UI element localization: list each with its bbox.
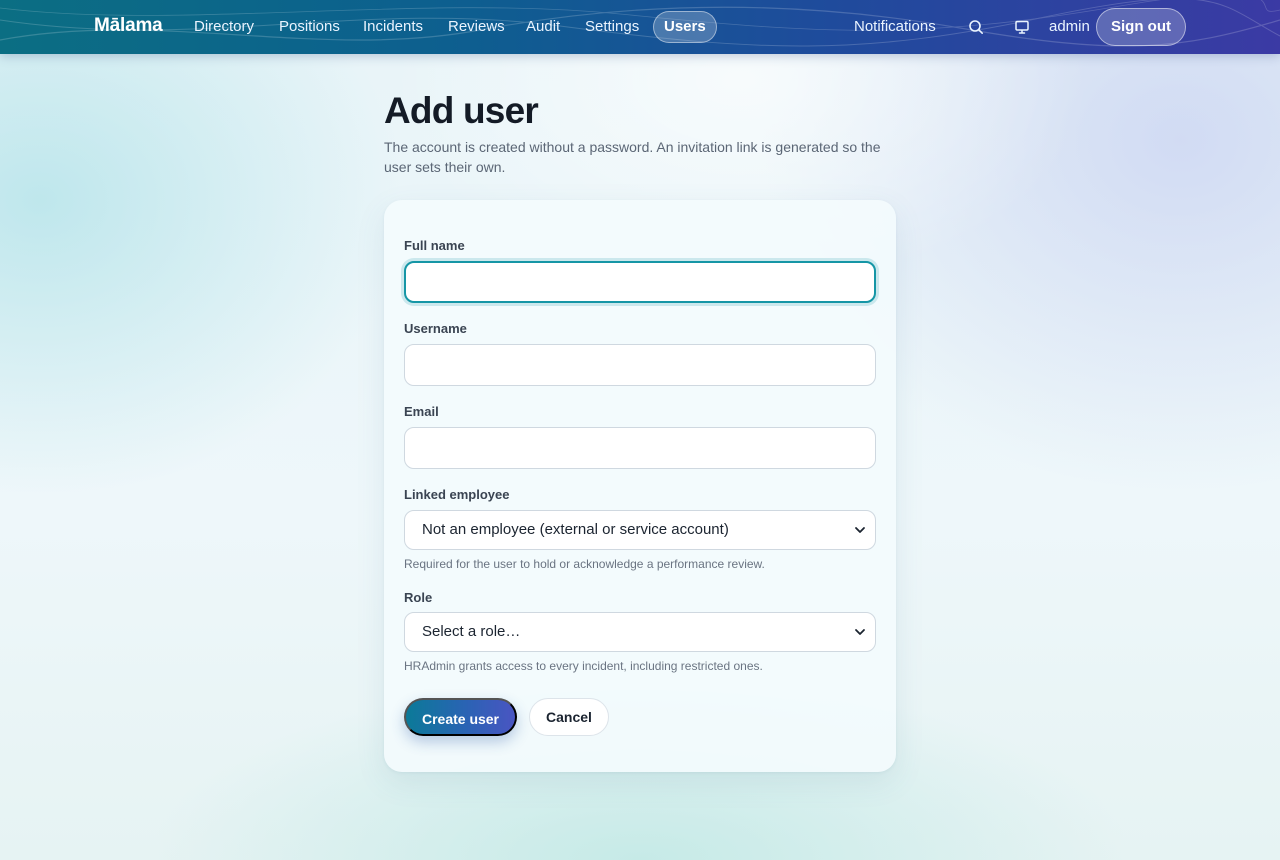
search-icon [969,20,983,34]
role-help-text: HRAdmin grants access to every incident,… [404,659,763,673]
role-selected-value: Select a role… [422,623,521,640]
monitor-icon [1015,20,1029,34]
nav-item-incidents[interactable]: Incidents [353,11,433,43]
nav-item-positions[interactable]: Positions [269,11,350,43]
display-mode-button[interactable] [1011,16,1033,38]
add-user-form: Full name Username Email Linked employee… [384,200,896,772]
nav-item-users[interactable]: Users [653,11,717,43]
nav-item-directory[interactable]: Directory [184,11,264,43]
search-button[interactable] [965,16,987,38]
full-name-label: Full name [404,238,465,253]
cancel-button[interactable]: Cancel [529,698,609,736]
nav-item-reviews[interactable]: Reviews [438,11,515,43]
sign-out-button[interactable]: Sign out [1096,8,1186,46]
page-title: Add user [384,90,539,131]
nav-item-settings[interactable]: Settings [575,11,649,43]
email-label: Email [404,404,439,419]
chevron-down-icon [855,629,865,635]
brand-logo[interactable]: Mālama [94,15,163,37]
linked-employee-selected-value: Not an employee (external or service acc… [422,521,729,538]
role-label: Role [404,590,433,605]
chevron-down-icon [855,527,865,533]
full-name-input[interactable] [404,261,876,303]
create-user-button[interactable]: Create user [404,698,517,736]
linked-employee-label: Linked employee [404,487,510,502]
top-navigation-bar: Mālama Directory Positions Incidents Rev… [0,0,1280,54]
email-input[interactable] [404,427,876,469]
current-username: admin [1049,18,1090,35]
username-input[interactable] [404,344,876,386]
nav-item-audit[interactable]: Audit [516,11,570,43]
page-description: The account is created without a passwor… [384,139,881,175]
username-label: Username [404,321,467,336]
notifications-link[interactable]: Notifications [854,11,936,43]
linked-employee-help-text: Required for the user to hold or acknowl… [404,557,765,571]
role-select[interactable]: Select a role… [404,612,876,652]
linked-employee-select[interactable]: Not an employee (external or service acc… [404,510,876,550]
